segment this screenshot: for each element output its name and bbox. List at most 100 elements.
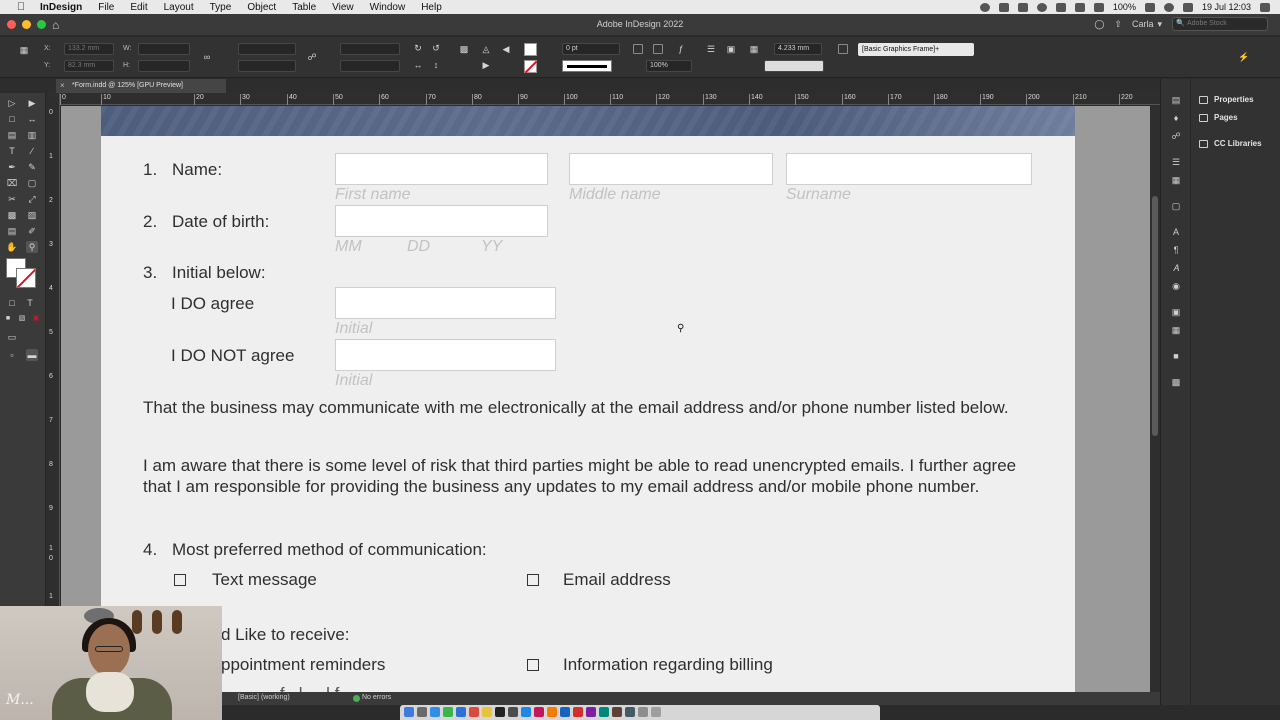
screen-record-icon[interactable] bbox=[998, 2, 1009, 12]
battery-icon[interactable] bbox=[1144, 2, 1155, 12]
launchpad-dock-icon[interactable] bbox=[417, 707, 427, 717]
menu-clock[interactable]: 19 Jul 12:03 bbox=[1202, 2, 1251, 12]
surname-field[interactable] bbox=[786, 153, 1032, 185]
app-dock-icon[interactable] bbox=[612, 707, 622, 717]
header-banner-image[interactable] bbox=[101, 106, 1075, 136]
app-dock-icon[interactable] bbox=[625, 707, 635, 717]
mail-dock-icon[interactable] bbox=[456, 707, 466, 717]
effects-fx-icon[interactable]: ƒ bbox=[675, 43, 687, 55]
frame-icon[interactable] bbox=[653, 44, 663, 54]
calendar-dock-icon[interactable] bbox=[469, 707, 479, 717]
safari-dock-icon[interactable] bbox=[430, 707, 440, 717]
menu-window[interactable]: Window bbox=[370, 2, 406, 13]
reference-point-icon[interactable]: ▦ bbox=[18, 44, 30, 56]
acrobat-dock-icon[interactable] bbox=[573, 707, 583, 717]
menu-type[interactable]: Type bbox=[210, 2, 232, 13]
flip-horizontal-icon[interactable]: ↔ bbox=[412, 59, 424, 71]
character-panel-icon[interactable]: A bbox=[1170, 227, 1182, 237]
screen-mode-icon[interactable]: ▭ bbox=[6, 331, 18, 343]
text-wrap-none-icon[interactable]: ☰ bbox=[705, 43, 717, 55]
comments-panel-icon[interactable]: ▢ bbox=[1170, 201, 1182, 211]
stroke-weight-field[interactable]: 0 pt bbox=[562, 43, 620, 55]
character-styles-icon[interactable]: 𝐴 bbox=[1170, 263, 1182, 273]
content-collector-icon[interactable]: ▤ bbox=[6, 129, 18, 141]
billing-checkbox[interactable] bbox=[527, 659, 539, 671]
indesign-dock-icon[interactable] bbox=[534, 707, 544, 717]
type-tool-icon[interactable]: T bbox=[6, 145, 18, 157]
zoom-tool-icon[interactable]: ⚲ bbox=[26, 241, 38, 253]
w-field[interactable] bbox=[138, 43, 190, 55]
menu-view[interactable]: View bbox=[332, 2, 354, 13]
search-icon[interactable] bbox=[1163, 2, 1174, 12]
first-name-field[interactable] bbox=[335, 153, 548, 185]
forms-panel-icon[interactable]: ▩ bbox=[1170, 377, 1182, 387]
stroke-panel-icon[interactable]: ☰ bbox=[1170, 157, 1182, 167]
shear-field[interactable] bbox=[340, 60, 400, 72]
adobe-stock-search[interactable]: Adobe Stock bbox=[1172, 17, 1268, 31]
document-page[interactable]: 1. Name: First name Middle name Surname … bbox=[101, 106, 1075, 692]
rectangle-frame-tool-icon[interactable]: ⌧ bbox=[6, 177, 18, 189]
apply-gradient-icon[interactable]: ▧ bbox=[16, 313, 28, 325]
settings-dock-icon[interactable] bbox=[508, 707, 518, 717]
stroke-swatch[interactable] bbox=[524, 60, 537, 73]
camera-icon[interactable] bbox=[1017, 2, 1028, 12]
apple-icon[interactable]:  bbox=[12, 1, 30, 13]
horizontal-ruler[interactable]: 0 10 20 30 40 50 60 70 80 90 100 110 120… bbox=[60, 93, 1160, 105]
opacity-field[interactable]: 100% bbox=[646, 60, 692, 72]
apply-color-icon[interactable]: ■ bbox=[2, 313, 14, 325]
volume-icon[interactable] bbox=[1093, 2, 1104, 12]
y-field[interactable]: 82.3 mm bbox=[64, 60, 114, 72]
preflight-profile[interactable]: [Basic] (working) bbox=[238, 694, 290, 701]
note-tool-icon[interactable]: ▤ bbox=[6, 225, 18, 237]
line-tool-icon[interactable]: ∕ bbox=[26, 145, 38, 157]
layers-panel-icon[interactable]: ♦ bbox=[1170, 113, 1182, 123]
auto-fit-icon[interactable]: ▦ bbox=[748, 43, 760, 55]
scissors-tool-icon[interactable]: ✂ bbox=[6, 193, 18, 205]
scrollbar-thumb[interactable] bbox=[1152, 196, 1158, 436]
creative-cloud-icon[interactable] bbox=[979, 2, 990, 12]
close-tab-icon[interactable]: × bbox=[60, 79, 65, 93]
hand-tool-icon[interactable]: ✋ bbox=[6, 241, 18, 253]
menu-table[interactable]: Table bbox=[292, 2, 316, 13]
direct-selection-tool-icon[interactable]: ▶ bbox=[26, 97, 38, 109]
swatches-panel-icon[interactable]: ▦ bbox=[1170, 175, 1182, 185]
finder-dock-icon[interactable] bbox=[404, 707, 414, 717]
middle-name-field[interactable] bbox=[569, 153, 773, 185]
formatting-container-icon[interactable]: □ bbox=[6, 297, 18, 309]
select-next-icon[interactable]: ▶ bbox=[480, 59, 492, 71]
stroke-proxy[interactable] bbox=[16, 268, 36, 288]
document-tab[interactable]: × *Form.indd @ 125% [GPU Preview] bbox=[56, 79, 226, 93]
buttons-panel-icon[interactable]: ■ bbox=[1170, 351, 1182, 361]
menu-app-indesign[interactable]: InDesign bbox=[40, 2, 82, 13]
not-agree-initial-field[interactable] bbox=[335, 339, 556, 371]
drop-shadow-icon[interactable] bbox=[633, 44, 643, 54]
status-icon[interactable] bbox=[1036, 2, 1047, 12]
constrain-proportions-icon[interactable]: ∞ bbox=[201, 51, 213, 63]
cc-libraries-panel-tab[interactable]: CC Libraries bbox=[1199, 139, 1262, 148]
select-container-icon[interactable]: ▩ bbox=[458, 43, 470, 55]
fill-stroke-proxy[interactable] bbox=[6, 258, 42, 294]
lightning-icon[interactable]: ⚡ bbox=[1238, 51, 1250, 63]
pencil-tool-icon[interactable]: ✎ bbox=[26, 161, 38, 173]
free-transform-tool-icon[interactable]: ⤢ bbox=[26, 193, 38, 205]
menu-layout[interactable]: Layout bbox=[164, 2, 194, 13]
rotation-field[interactable] bbox=[340, 43, 400, 55]
notification-center-icon[interactable] bbox=[1260, 2, 1270, 12]
control-center-icon[interactable] bbox=[1182, 2, 1193, 12]
app-dock-icon[interactable] bbox=[599, 707, 609, 717]
scale-y-field[interactable] bbox=[238, 60, 296, 72]
rotate-90-cw-icon[interactable]: ↻ bbox=[412, 42, 424, 54]
glyphs-panel-icon[interactable]: ◉ bbox=[1170, 281, 1182, 291]
gradient-feather-tool-icon[interactable]: ▨ bbox=[26, 209, 38, 221]
fill-swatch[interactable] bbox=[524, 43, 537, 56]
dropbox-icon[interactable] bbox=[1055, 2, 1066, 12]
trash-dock-icon[interactable] bbox=[651, 707, 661, 717]
properties-panel-tab[interactable]: Properties bbox=[1199, 95, 1254, 104]
menu-object[interactable]: Object bbox=[247, 2, 276, 13]
flip-vertical-icon[interactable]: ↕ bbox=[430, 59, 442, 71]
h-field[interactable] bbox=[138, 60, 190, 72]
object-style-dropdown[interactable]: [Basic Graphics Frame]+ bbox=[858, 43, 974, 56]
pasteboard[interactable]: 1. Name: First name Middle name Surname … bbox=[61, 106, 1150, 692]
normal-view-icon[interactable]: ▫ bbox=[6, 349, 18, 361]
text-wrap-panel-icon[interactable]: ▣ bbox=[1170, 307, 1182, 317]
